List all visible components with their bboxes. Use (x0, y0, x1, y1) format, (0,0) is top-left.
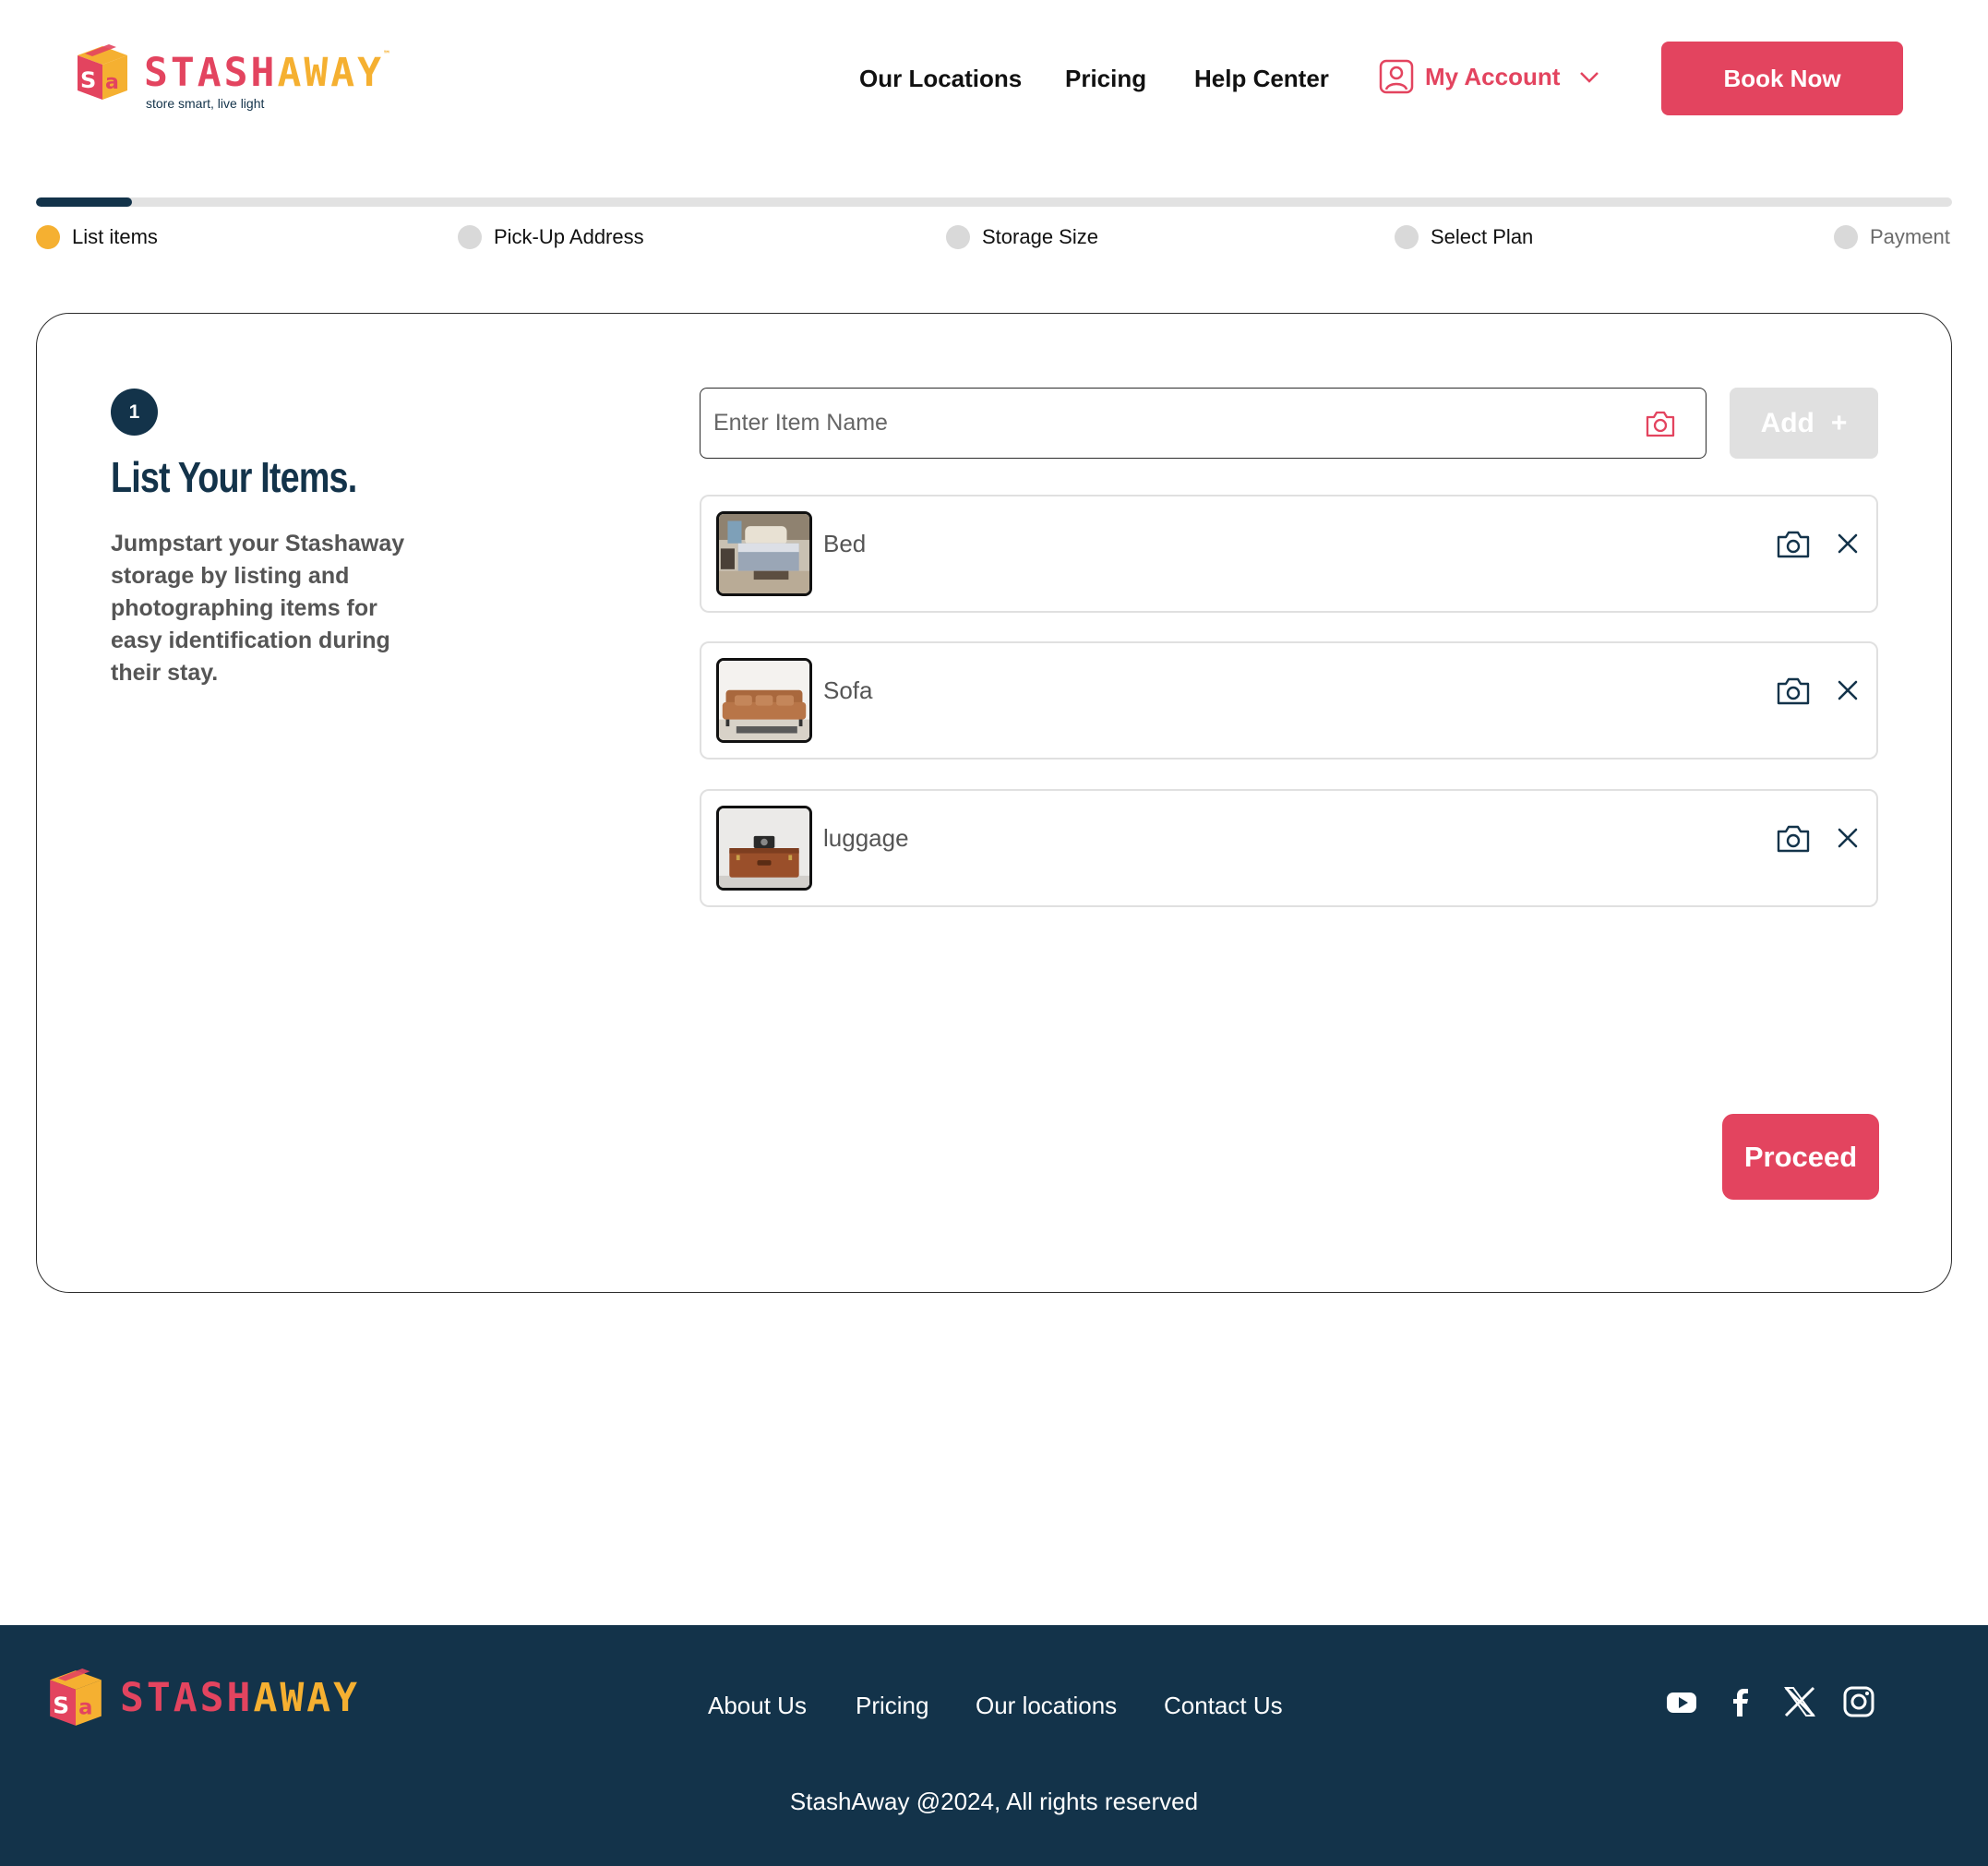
brand-logo[interactable]: S a STASHAWAY™ store smart, live light (72, 44, 393, 111)
step-label: Payment (1870, 225, 1950, 248)
item-name: Bed (823, 529, 867, 557)
step-dot (1834, 225, 1858, 249)
svg-text:a: a (78, 1696, 92, 1720)
sofa-photo-icon (719, 661, 809, 740)
item-name-input[interactable] (713, 410, 1643, 437)
step-payment[interactable]: Payment (1834, 225, 1950, 249)
camera-icon[interactable] (1775, 525, 1812, 562)
add-item-button[interactable]: Add + (1730, 388, 1878, 459)
card-description: Jumpstart your Stashaway storage by list… (111, 531, 405, 686)
svg-text:a: a (105, 71, 119, 94)
logo-wordmark: STASHAWAY (120, 1675, 361, 1721)
item-row-luggage: luggage (700, 789, 1878, 907)
close-icon[interactable] (1834, 676, 1862, 704)
proceed-button[interactable]: Proceed (1722, 1114, 1879, 1200)
svg-text:S: S (53, 1692, 69, 1718)
step-pickup-address[interactable]: Pick-Up Address (458, 225, 644, 249)
close-icon[interactable] (1834, 530, 1862, 557)
nav-our-locations[interactable]: Our Locations (859, 65, 1022, 93)
bed-photo-icon (719, 514, 809, 593)
item-thumbnail[interactable] (716, 806, 812, 891)
footer-link-our-locations[interactable]: Our locations (976, 1692, 1117, 1720)
step-dot (458, 225, 482, 249)
instagram-icon[interactable] (1842, 1685, 1875, 1718)
logo-box-icon: S a (78, 44, 127, 100)
book-now-button[interactable]: Book Now (1661, 42, 1903, 115)
logo-box-icon: S a (50, 1669, 102, 1726)
nav-pricing[interactable]: Pricing (1065, 65, 1146, 93)
x-icon[interactable] (1783, 1685, 1816, 1718)
luggage-photo-icon (719, 808, 809, 888)
item-thumbnail[interactable] (716, 658, 812, 743)
step-label: Storage Size (982, 225, 1098, 248)
camera-icon[interactable] (1643, 406, 1678, 441)
nav-help-center[interactable]: Help Center (1194, 65, 1329, 93)
footer-brand-logo[interactable]: S a STASHAWAY (44, 1669, 360, 1728)
copyright-text: StashAway @2024, All rights reserved (789, 1788, 1199, 1815)
item-name: Sofa (823, 676, 873, 704)
step-label: Pick-Up Address (494, 225, 644, 248)
progress-bar (36, 197, 1952, 207)
step-dot (1395, 225, 1419, 249)
plus-icon: + (1830, 407, 1848, 438)
chevron-down-icon (1580, 72, 1599, 83)
site-footer: About Us Pricing Our locations Contact U… (0, 1625, 1988, 1866)
step-label: List items (72, 225, 158, 248)
item-name: luggage (823, 823, 909, 852)
step-dot (36, 225, 60, 249)
item-thumbnail[interactable] (716, 511, 812, 596)
item-row-bed: Bed (700, 495, 1878, 613)
footer-link-contact-us[interactable]: Contact Us (1164, 1692, 1283, 1720)
close-icon[interactable] (1834, 824, 1862, 852)
list-items-card: 1 List Your Items. Jumpstart your Stasha… (36, 313, 1952, 1293)
card-title: List Your Items. (111, 453, 357, 501)
my-account-menu[interactable]: My Account (1379, 59, 1600, 94)
step-dot (946, 225, 970, 249)
step-storage-size[interactable]: Storage Size (946, 225, 1098, 249)
svg-text:S: S (80, 67, 96, 93)
step-select-plan[interactable]: Select Plan (1395, 225, 1533, 249)
item-name-field[interactable] (700, 388, 1707, 459)
footer-link-about-us[interactable]: About Us (708, 1692, 807, 1720)
progress-fill (36, 197, 132, 207)
user-icon (1379, 59, 1414, 94)
site-header: S a STASHAWAY™ store smart, live light O… (0, 0, 1988, 157)
my-account-label: My Account (1425, 62, 1561, 90)
camera-icon[interactable] (1775, 672, 1812, 709)
brand-tagline: store smart, live light (146, 96, 265, 111)
camera-icon[interactable] (1775, 819, 1812, 856)
item-row-sofa: Sofa (700, 641, 1878, 760)
step-number-badge: 1 (111, 389, 158, 436)
add-label: Add (1760, 407, 1814, 438)
facebook-icon[interactable] (1724, 1685, 1757, 1718)
footer-link-pricing[interactable]: Pricing (856, 1692, 928, 1720)
step-list-items[interactable]: List items (36, 225, 158, 249)
step-label: Select Plan (1431, 225, 1534, 248)
youtube-icon[interactable] (1665, 1685, 1698, 1718)
logo-wordmark: STASHAWAY™ (144, 50, 393, 96)
